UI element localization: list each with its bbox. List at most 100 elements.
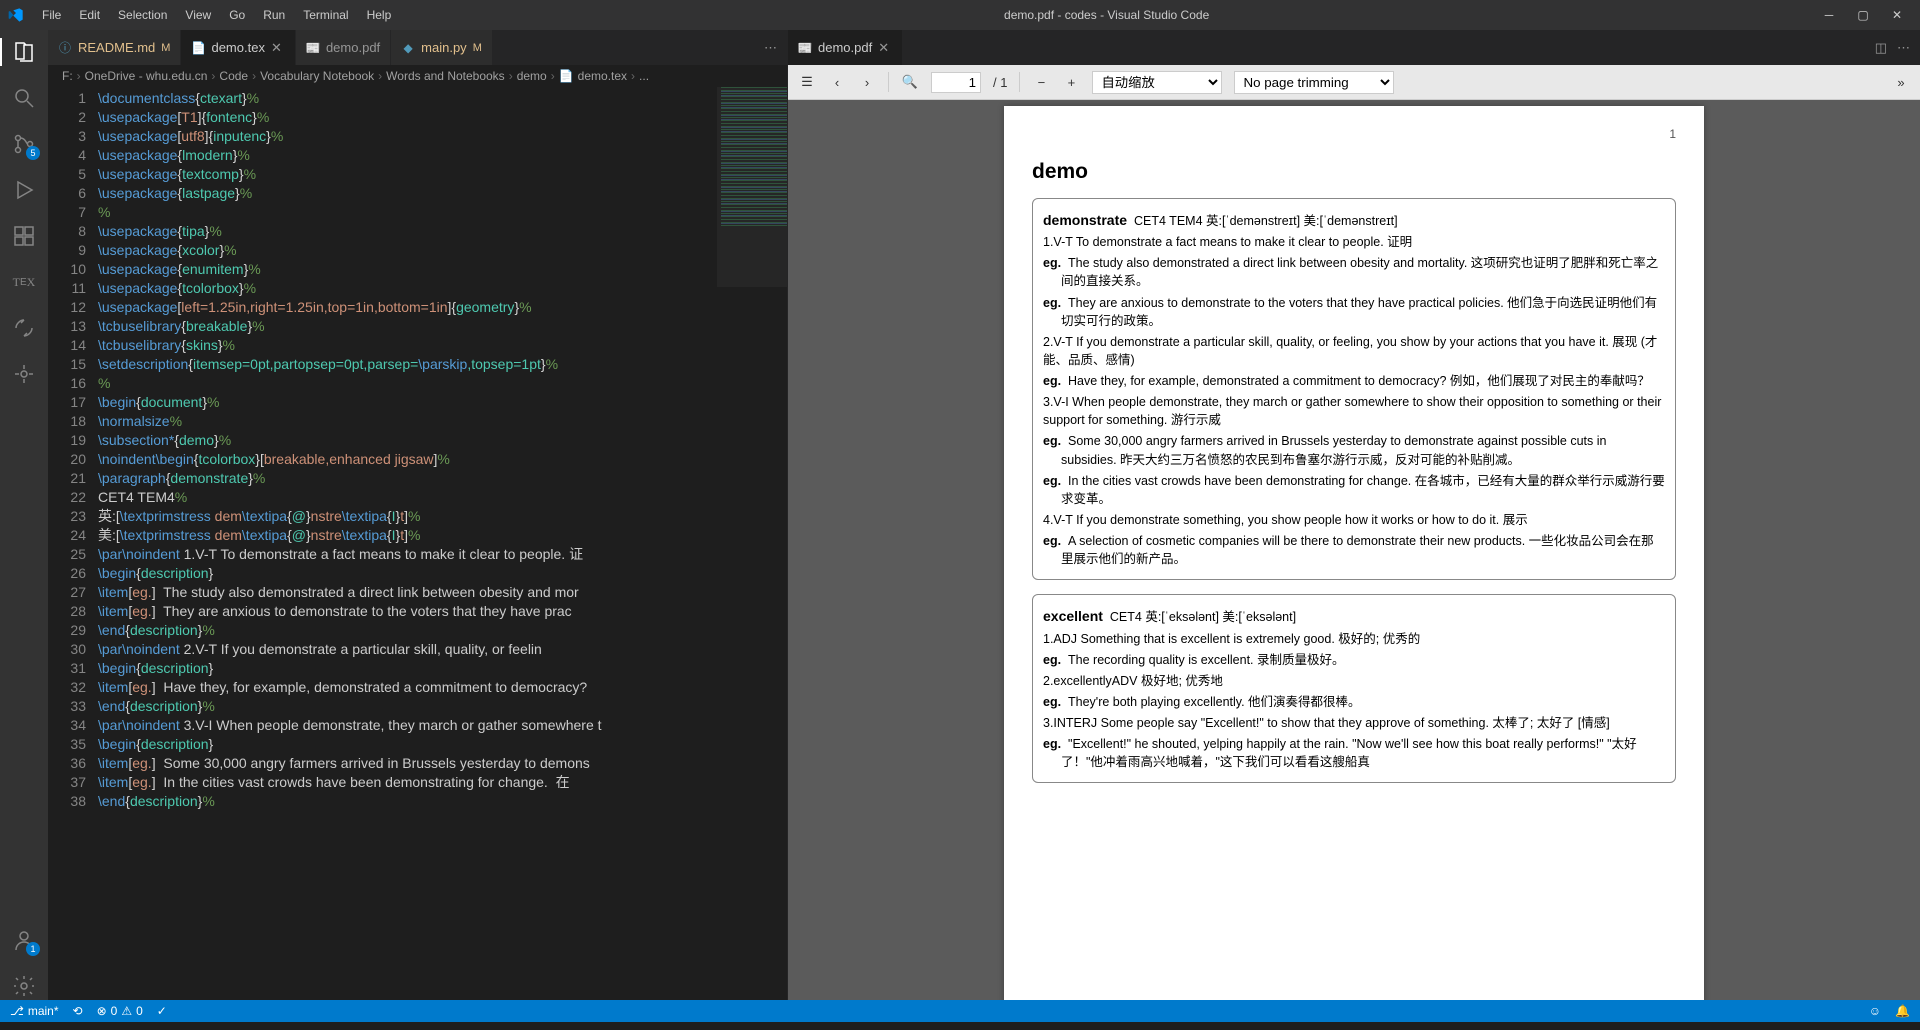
menu-help[interactable]: Help: [359, 4, 400, 26]
close-button[interactable]: ✕: [1890, 8, 1904, 22]
breadcrumb-item[interactable]: ...: [639, 69, 649, 83]
tab-demo-pdf-preview[interactable]: 📰 demo.pdf ✕: [788, 30, 903, 65]
search-icon[interactable]: 🔍: [901, 74, 919, 90]
latex-icon[interactable]: TEX: [10, 268, 38, 296]
split-editor-icon[interactable]: ◫: [1875, 40, 1887, 56]
example: Have they, for example, demonstrated a c…: [1068, 374, 1650, 388]
pdf-page: 1 demo demonstrate CET4 TEM4 英:[ˈdemənst…: [1004, 106, 1704, 1000]
breadcrumb[interactable]: F:› OneDrive - whu.edu.cn› Code› Vocabul…: [48, 65, 787, 87]
sidebar-toggle-icon[interactable]: ☰: [798, 74, 816, 90]
branch-icon: ⎇: [10, 1004, 24, 1018]
titlebar: File Edit Selection View Go Run Terminal…: [0, 0, 1920, 30]
status-bar: ⎇main* ⟲ ⊗0 ⚠0 ✓ ☺ 🔔: [0, 1000, 1920, 1022]
pdf-viewport[interactable]: 1 demo demonstrate CET4 TEM4 英:[ˈdemənst…: [788, 100, 1920, 1000]
example: The study also demonstrated a direct lin…: [1061, 256, 1658, 288]
check-status[interactable]: ✓: [157, 1004, 167, 1018]
menu-edit[interactable]: Edit: [71, 4, 108, 26]
editor-group-right: 📰 demo.pdf ✕ ◫ ⋯ ☰ ‹ › 🔍 / 1 −: [788, 30, 1920, 1000]
window-title: demo.pdf - codes - Visual Studio Code: [399, 8, 1814, 22]
breadcrumb-item[interactable]: Code: [219, 69, 248, 83]
tab-bar-left: ⓘ README.md M 📄 demo.tex ✕ 📰 demo.pdf ◆ …: [48, 30, 787, 65]
tab-demo-pdf[interactable]: 📰 demo.pdf: [296, 30, 391, 65]
minimize-button[interactable]: ─: [1822, 8, 1836, 22]
account-badge: 1: [26, 942, 40, 956]
example: A selection of cosmetic companies will b…: [1061, 534, 1654, 566]
example: "Excellent!" he shouted, yelping happily…: [1061, 737, 1637, 769]
activity-bar: 5 TEX 1: [0, 30, 48, 1000]
menu-go[interactable]: Go: [221, 4, 253, 26]
breadcrumb-item[interactable]: OneDrive - whu.edu.cn: [85, 69, 208, 83]
prev-page-icon[interactable]: ‹: [828, 75, 846, 90]
tab-dirty-indicator: M: [473, 42, 482, 54]
page-input[interactable]: [931, 72, 981, 93]
remote-icon[interactable]: [10, 314, 38, 342]
example: Some 30,000 angry farmers arrived in Bru…: [1061, 434, 1606, 466]
menu-run[interactable]: Run: [255, 4, 293, 26]
breadcrumb-item[interactable]: Vocabulary Notebook: [260, 69, 374, 83]
tex-file-icon: 📄: [191, 41, 205, 55]
explorer-icon[interactable]: [10, 38, 38, 66]
example: They're both playing excellently. 他们演奏得都…: [1068, 695, 1361, 709]
definition: 3.INTERJ Some people say "Excellent!" to…: [1043, 714, 1665, 732]
page-total: / 1: [993, 75, 1007, 90]
pdf-file-icon: 📰: [798, 41, 812, 55]
trim-select[interactable]: No page trimming: [1234, 71, 1394, 94]
zoom-select[interactable]: 自动缩放: [1092, 71, 1222, 94]
tab-label: demo.tex: [211, 40, 264, 55]
close-icon[interactable]: ✕: [878, 40, 892, 56]
definition: 2.V-T If you demonstrate a particular sk…: [1043, 333, 1665, 369]
scm-badge: 5: [26, 146, 40, 160]
definition: 1.V-T To demonstrate a fact means to mak…: [1043, 233, 1665, 251]
code-content[interactable]: \documentclass{ctexart}%\usepackage[T1]{…: [98, 87, 787, 1000]
account-icon[interactable]: 1: [10, 926, 38, 954]
menu-terminal[interactable]: Terminal: [295, 4, 356, 26]
menu-selection[interactable]: Selection: [110, 4, 175, 26]
minimap[interactable]: [717, 87, 787, 287]
menu-file[interactable]: File: [34, 4, 69, 26]
zoom-out-icon[interactable]: −: [1032, 75, 1050, 90]
source-control-icon[interactable]: 5: [10, 130, 38, 158]
window-controls: ─ ▢ ✕: [1814, 8, 1912, 22]
branch-status[interactable]: ⎇main*: [10, 1004, 59, 1018]
settings-gear-icon[interactable]: [10, 972, 38, 1000]
maximize-button[interactable]: ▢: [1856, 8, 1870, 22]
zoom-in-icon[interactable]: +: [1062, 75, 1080, 90]
example: They are anxious to demonstrate to the v…: [1061, 296, 1657, 328]
tab-main-py[interactable]: ◆ main.py M: [391, 30, 493, 65]
breadcrumb-item[interactable]: demo.tex: [578, 69, 627, 83]
more-actions-icon[interactable]: ⋯: [764, 40, 777, 56]
run-debug-icon[interactable]: [10, 176, 38, 204]
extensions-icon[interactable]: [10, 222, 38, 250]
pdf-heading: demo: [1032, 157, 1676, 187]
word-entry-demonstrate: demonstrate CET4 TEM4 英:[ˈdemənstreɪt] 美…: [1032, 198, 1676, 580]
sync-status[interactable]: ⟲: [73, 1004, 83, 1018]
expand-icon[interactable]: »: [1892, 75, 1910, 90]
tab-bar-right: 📰 demo.pdf ✕ ◫ ⋯: [788, 30, 1920, 65]
error-icon: ⊗: [97, 1004, 107, 1018]
python-file-icon: ◆: [401, 41, 415, 55]
tab-label: demo.pdf: [818, 40, 872, 55]
breadcrumb-item[interactable]: demo: [517, 69, 547, 83]
warning-icon: ⚠: [121, 1004, 132, 1018]
tab-dirty-indicator: M: [161, 42, 170, 54]
tab-readme[interactable]: ⓘ README.md M: [48, 30, 181, 65]
word-entry-excellent: excellent CET4 英:[ˈeksələnt] 美:[ˈeksələn…: [1032, 594, 1676, 783]
definition: 2.excellentlyADV 极好地; 优秀地: [1043, 672, 1665, 690]
search-icon[interactable]: [10, 84, 38, 112]
next-page-icon[interactable]: ›: [858, 75, 876, 90]
more-actions-icon[interactable]: ⋯: [1897, 40, 1910, 56]
problems-status[interactable]: ⊗0 ⚠0: [97, 1004, 143, 1018]
tab-label: README.md: [78, 40, 155, 55]
tab-demo-tex[interactable]: 📄 demo.tex ✕: [181, 30, 295, 65]
code-editor[interactable]: 1234567891011121314151617181920212223242…: [48, 87, 787, 1000]
breadcrumb-item[interactable]: Words and Notebooks: [386, 69, 505, 83]
notifications-icon[interactable]: 🔔: [1895, 1004, 1910, 1018]
definition: 1.ADJ Something that is excellent is ext…: [1043, 630, 1665, 648]
target-icon[interactable]: [10, 360, 38, 388]
close-icon[interactable]: ✕: [271, 40, 285, 56]
definition: 4.V-T If you demonstrate something, you …: [1043, 511, 1665, 529]
breadcrumb-item[interactable]: F:: [62, 69, 73, 83]
feedback-icon[interactable]: ☺: [1869, 1004, 1881, 1018]
menu-view[interactable]: View: [177, 4, 219, 26]
definition: 3.V-I When people demonstrate, they marc…: [1043, 393, 1665, 429]
